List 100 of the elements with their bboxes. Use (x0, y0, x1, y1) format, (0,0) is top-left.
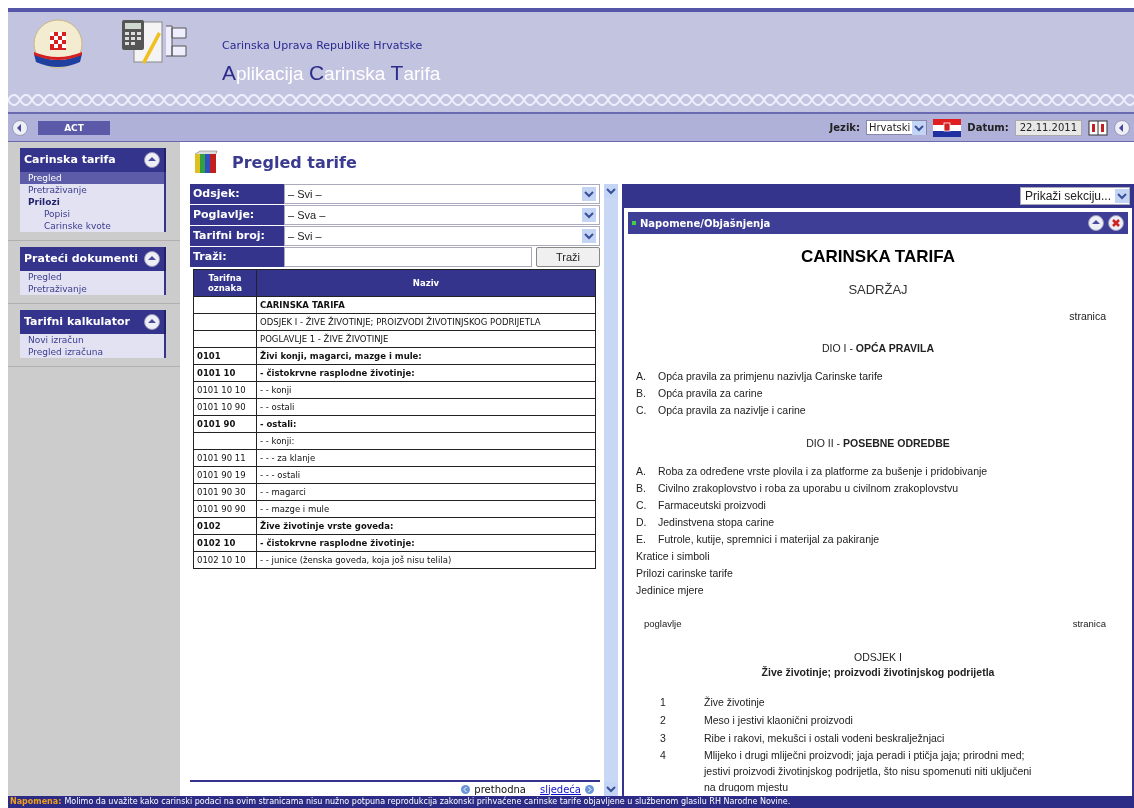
notice-text: Molimo da uvažite kako carinski podaci na ovim stranicama nisu nužno potpuna reprodukcija zakonski prihvaćene carinske tarife objavljene u službenom glasilu RH Narodne Novine. (64, 797, 791, 807)
column-label: stranica (1072, 617, 1106, 632)
column-header: Naziv (256, 269, 596, 297)
sidebar-item[interactable]: Pregled izračuna (20, 346, 164, 358)
chapter-number: 3 (660, 730, 667, 746)
search-button[interactable]: Traži (536, 247, 600, 267)
search-field[interactable] (284, 247, 532, 267)
name-cell: - - junice (ženska goveda, koja još nisu telila) (256, 551, 596, 569)
list-item: Roba za određene vrste plovila i za platforme za bušenje i pridobivanje (658, 463, 988, 479)
notice-label: Napomena: (10, 797, 62, 807)
list-item: Opća pravila za primjenu nazivlja Carinske tarife (658, 369, 883, 385)
collapse-icon[interactable] (1088, 215, 1104, 231)
code-cell (193, 296, 257, 314)
name-cell: - čistokrvne rasplodne životinje: (256, 534, 596, 552)
document-title: CARINSKA TARIFA (800, 246, 956, 268)
app-title: Aplikacija Carinska Tarifa (222, 59, 441, 86)
close-icon[interactable] (1108, 215, 1124, 231)
name-cell: - - ostali (256, 398, 596, 416)
code-cell: 0101 10 10 (193, 381, 257, 399)
chapter-title: Meso i jestivi klaonični proizvodi (704, 712, 854, 728)
status-icon (632, 221, 636, 225)
date-label: Datum: (967, 121, 1009, 135)
list-item: Opća pravila za carine (658, 386, 763, 402)
filter-label: Odsjek: (190, 184, 284, 204)
name-cell: CARINSKA TARIFA (256, 296, 596, 314)
list-marker: A. (636, 463, 646, 479)
forward-button-icon[interactable] (1114, 119, 1130, 136)
list-marker: E. (636, 531, 646, 547)
name-cell: - čistokrvne rasplodne životinje: (256, 364, 596, 382)
code-cell: 0101 90 90 (193, 500, 257, 518)
list-marker: C. (636, 497, 646, 513)
code-cell (193, 330, 257, 348)
list-item: Civilno zrakoplovstvo i roba za uporabu u civilnom zrakoplovstvu (658, 480, 958, 496)
list-item: Kratice i simboli (636, 548, 710, 564)
next-icon (585, 784, 594, 794)
collapse-icon[interactable] (144, 251, 160, 267)
panel-header: Napomene/Objašnjenja (628, 212, 1128, 234)
code-cell: 0101 90 11 (193, 449, 257, 467)
name-cell: - ostali: (256, 415, 596, 433)
code-cell: 0101 90 19 (193, 466, 257, 484)
sidebar-item[interactable]: Pretraživanje (20, 283, 164, 295)
name-cell: - - konji: (256, 432, 596, 450)
sidebar-item[interactable]: Carinske kvote (20, 220, 164, 232)
act-button[interactable]: ACT (38, 120, 110, 135)
back-button-icon[interactable] (12, 119, 28, 136)
next-link[interactable]: sljedeća (539, 781, 594, 797)
column-label: stranica (1069, 309, 1106, 324)
part-heading: DIO II - POSEBNE ODREDBE (806, 435, 950, 451)
name-cell: - - - za klanje (256, 449, 596, 467)
sidebar-group-header[interactable]: Carinska tarifa (20, 148, 166, 172)
sidebar-item[interactable]: Popisi (20, 208, 164, 220)
filter-select[interactable]: – Svi – (284, 184, 600, 204)
filter-select[interactable]: – Svi – (284, 226, 600, 246)
name-cell: - - konji (256, 381, 596, 399)
filter-label: Traži: (190, 247, 284, 267)
filter-label: Poglavlje: (190, 205, 284, 225)
chapter-title: Žive životinje (704, 695, 766, 710)
chapter-title: Ribe i rakovi, mekušci i ostali vodeni beskralježnjaci (704, 730, 946, 746)
chapter-number: 2 (660, 712, 667, 728)
filter-select[interactable]: – Sva – (284, 205, 600, 225)
list-marker: D. (636, 514, 646, 530)
sidebar-item[interactable]: Novi izračun (20, 334, 164, 346)
code-cell (193, 313, 257, 331)
sidebar-item[interactable]: Pregled (20, 271, 164, 283)
sidebar-group-header[interactable]: Tarifni kalkulator (20, 310, 166, 334)
sidebar-item[interactable]: Pregled (20, 172, 164, 184)
name-cell: - - mazge i mule (256, 500, 596, 518)
section-select[interactable]: Prikaži sekciju... (1019, 187, 1130, 205)
date-field[interactable]: 22.11.2011 (1014, 119, 1082, 136)
list-item: Opća pravila za nazivlje i carine (658, 403, 806, 419)
code-cell: 0101 90 30 (193, 483, 257, 501)
previous-link[interactable]: prethodna (461, 781, 526, 797)
calendar-icon[interactable] (1088, 119, 1108, 136)
name-cell: - - magarci (256, 483, 596, 501)
sidebar-item[interactable]: Prilozi (20, 196, 164, 208)
flag-icon (933, 118, 962, 137)
code-cell: 0102 (193, 517, 257, 535)
binders-icon (192, 150, 218, 176)
section-title: Žive životinje; proizvodi životinjskog podrijetla (761, 665, 995, 681)
sidebar-item[interactable]: Pretraživanje (20, 184, 164, 196)
list-marker: B. (636, 480, 646, 496)
list-item: Farmaceutski proizvodi (658, 497, 766, 513)
list-item: Jedinice mjere (636, 582, 704, 598)
agency-name: Carinska Uprava Republike Hrvatske (222, 38, 424, 54)
collapse-icon[interactable] (144, 314, 160, 330)
collapse-icon[interactable] (144, 152, 160, 168)
name-cell: Žive životinje vrste goveda: (256, 517, 596, 535)
code-cell: 0101 10 (193, 364, 257, 382)
chapter-title: Mlijeko i drugi mliječni proizvodi; jaja peradi i ptičja jaja; prirodni med; jestivi proizvodi životinjskog podrijetla, što nisu spomenuti niti uključeni na drugom mjestu (704, 748, 1033, 792)
list-item: Futrole, kutije, spremnici i materijal za pakiranje (658, 531, 880, 547)
list-marker: B. (636, 386, 646, 402)
list-marker: C. (636, 403, 646, 419)
chapter-number: 1 (660, 695, 667, 710)
list-item: Prilozi carinske tarife (636, 565, 733, 581)
filter-label: Tarifni broj: (190, 226, 284, 246)
sidebar-group-header[interactable]: Prateći dokumenti (20, 247, 166, 271)
section-heading: ODSJEK I (854, 649, 902, 665)
language-select[interactable]: Hrvatski (865, 120, 928, 135)
list-item: Jedinstvena stopa carine (658, 514, 775, 530)
code-cell: 0101 10 90 (193, 398, 257, 416)
